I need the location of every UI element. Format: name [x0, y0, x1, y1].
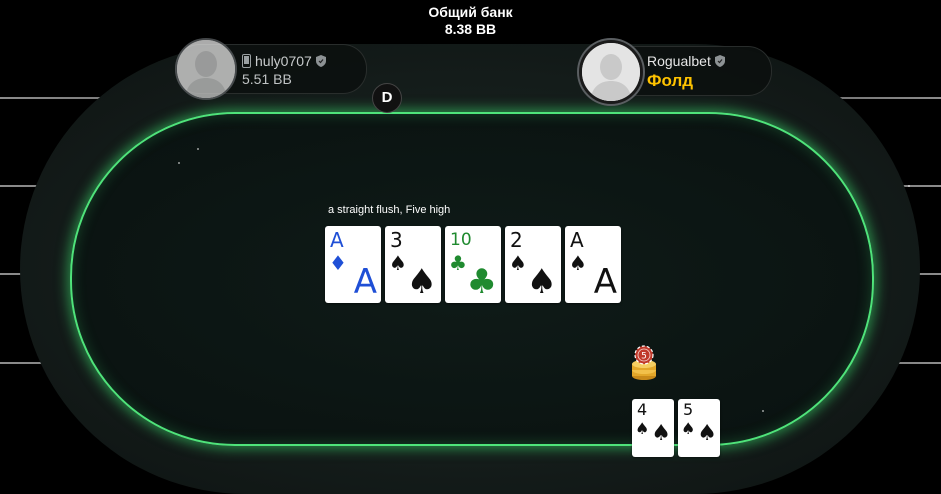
felt-sparkle — [908, 185, 910, 187]
felt-sparkle — [178, 162, 180, 164]
spade-suit-icon-large: ♠ — [697, 421, 717, 446]
card-rank: A — [570, 228, 584, 252]
club-suit-icon-large: ♣ — [466, 262, 497, 302]
board-card: A ♠ A — [565, 226, 621, 303]
board-card: 2 ♠ ♠ — [505, 226, 561, 303]
card-rank: 3 — [390, 228, 403, 252]
avatar-silhouette-icon — [582, 43, 640, 101]
avatar-silhouette-icon — [177, 40, 235, 98]
board-card: A ♦ A — [325, 226, 381, 303]
card-rank: 2 — [510, 228, 523, 252]
club-suit-icon: ♣ — [449, 251, 467, 275]
shield-icon — [315, 55, 326, 67]
player-name: Rogualbet — [647, 53, 711, 69]
board-card: 10 ♣ ♣ — [445, 226, 501, 303]
pot-label: Общий банк — [428, 4, 513, 20]
pot-display: Общий банк 8.38 BB — [0, 4, 941, 38]
spade-suit-icon: ♠ — [635, 419, 650, 438]
card-rank: 4 — [637, 400, 648, 419]
board-card: 3 ♠ ♠ — [385, 226, 441, 303]
shield-icon — [714, 55, 725, 67]
spade-suit-icon: ♠ — [681, 419, 696, 438]
card-rank: A — [330, 228, 344, 252]
mobile-phone-icon — [242, 54, 251, 68]
spade-suit-icon-large: ♠ — [651, 421, 671, 446]
diamond-suit-icon: ♦ — [329, 251, 347, 275]
card-rank: 10 — [450, 230, 472, 250]
pot-amount: 8.38 BB — [444, 21, 497, 37]
player-name-row: huly0707 — [242, 53, 326, 69]
avatar — [175, 38, 237, 100]
spade-suit-icon-large: ♠ — [526, 262, 557, 302]
chip-stack-icon: 5 — [632, 345, 656, 380]
player-seat-huly0707[interactable]: huly0707 5.51 BB — [175, 38, 367, 100]
bet-chip-stack: 5 — [631, 345, 657, 381]
card-rank-large: A — [353, 262, 377, 302]
chip-value: 5 — [641, 352, 647, 362]
card-rank: 5 — [683, 400, 694, 419]
avatar — [579, 40, 643, 104]
player-seat-rogualbet[interactable]: Rogualbet Фолд — [579, 40, 772, 104]
spade-suit-icon: ♠ — [569, 251, 587, 275]
hero-hole-card: 5 ♠ ♠ — [678, 399, 720, 457]
player-name-row: Rogualbet — [647, 53, 725, 69]
felt-sparkle — [762, 410, 764, 412]
spade-suit-icon-large: ♠ — [406, 262, 437, 302]
felt-sparkle — [197, 148, 199, 150]
hand-description: a straight flush, Five high — [328, 204, 451, 216]
spade-suit-icon: ♠ — [509, 251, 527, 275]
player-status-fold: Фолд — [647, 71, 694, 90]
hero-hole-card: 4 ♠ ♠ — [632, 399, 674, 457]
player-name: huly0707 — [255, 53, 312, 69]
spade-suit-icon: ♠ — [389, 251, 407, 275]
card-rank-large: A — [593, 262, 617, 302]
player-stack: 5.51 BB — [242, 71, 292, 87]
dealer-button: D — [372, 83, 402, 113]
